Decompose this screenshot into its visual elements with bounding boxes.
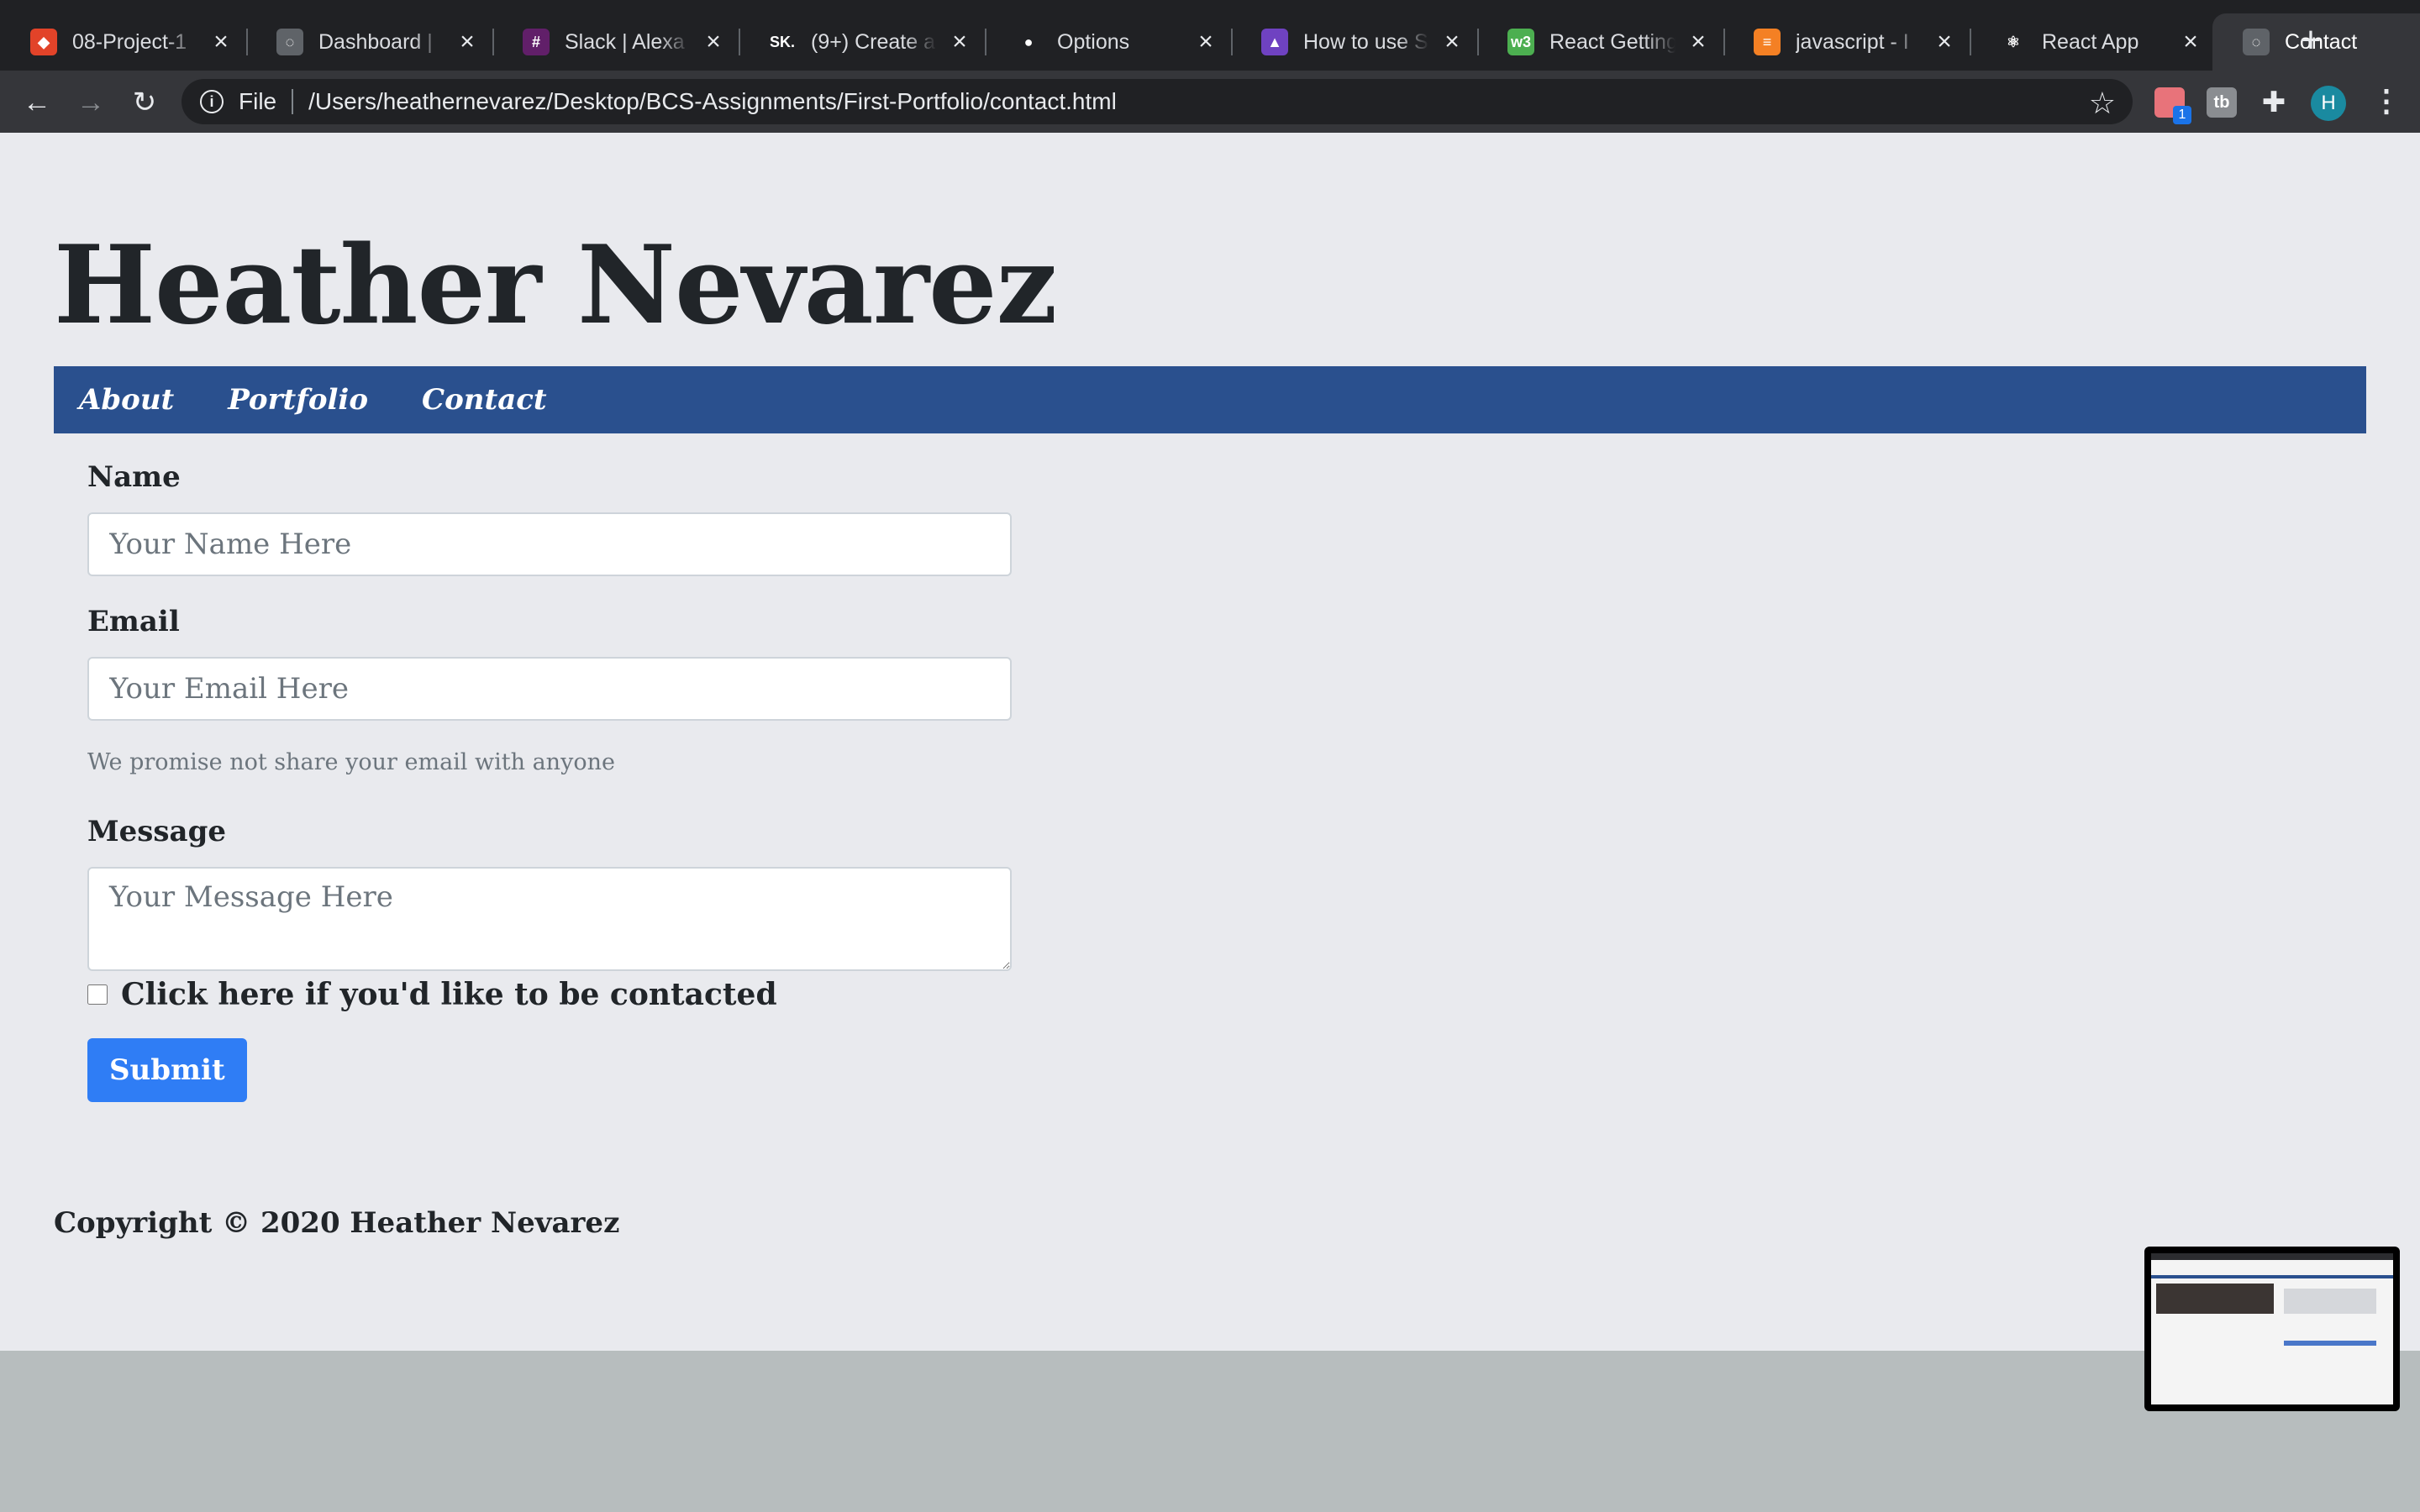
tab-title: Options — [1057, 29, 1130, 54]
preview-buttons — [2284, 1341, 2376, 1346]
footer-copyright: Copyright © 2020 Heather Nevarez — [54, 1206, 620, 1240]
tab-title: 08-Project-1 — [72, 29, 187, 54]
sk-icon: SK. — [769, 29, 796, 55]
email-label: Email — [87, 605, 180, 638]
back-icon[interactable]: ← — [20, 86, 54, 119]
submit-button[interactable]: Submit — [87, 1038, 247, 1102]
picture-in-picture-preview[interactable] — [2144, 1247, 2400, 1411]
globe-icon: ◌ — [276, 29, 303, 55]
url-scheme: File — [239, 88, 277, 114]
tab-title: (9+) Create a — [811, 29, 935, 54]
slack-icon: # — [523, 29, 550, 55]
profile-avatar[interactable]: H — [2311, 86, 2346, 121]
extension-badge-count: 1 — [2173, 106, 2191, 124]
url-text[interactable]: /Users/heathernevarez/Desktop/BCS-Assign… — [308, 88, 1117, 115]
contact-consent-label[interactable]: Click here if you'd like to be contacted — [121, 977, 777, 1012]
contact-consent-row: Click here if you'd like to be contacted — [87, 973, 777, 1016]
nav-link-portfolio[interactable]: Portfolio — [228, 383, 368, 417]
rocket-icon: ▲ — [1261, 29, 1288, 55]
preview-navbar — [2151, 1275, 2393, 1278]
nav-link-about[interactable]: About — [79, 383, 174, 417]
browser-tab[interactable]: ≡ javascript - I × — [1723, 13, 1971, 71]
github-icon: ● — [1015, 29, 1042, 55]
tab-title: javascript - I — [1796, 29, 1909, 54]
new-tab-button[interactable]: + — [2292, 22, 2329, 60]
puzzle-extensions-icon[interactable]: ✚ — [2259, 87, 2289, 118]
tab-title: Slack | Alexa — [565, 29, 685, 54]
message-textarea[interactable] — [87, 867, 1012, 971]
tab-title: How to use S — [1303, 29, 1428, 54]
tab-title: Dashboard | — [318, 29, 433, 54]
close-tab-icon[interactable]: × — [454, 29, 481, 55]
tab-strip: ◆ 08-Project-1 × ◌ Dashboard | × # Slack | Ale… — [0, 0, 2420, 71]
react-icon: ⚛ — [2000, 29, 2027, 55]
close-tab-icon[interactable]: × — [1931, 29, 1958, 55]
url-divider — [292, 89, 294, 114]
browser-tab[interactable]: ⚛ React App × — [1970, 13, 2217, 71]
tab-title: React Getting — [1549, 29, 1676, 54]
globe-icon: ◌ — [2243, 29, 2270, 55]
preview-screen — [2151, 1253, 2393, 1404]
info-icon[interactable]: i — [200, 90, 224, 113]
site-title: Heather Nevarez — [54, 223, 1057, 349]
close-tab-icon[interactable]: × — [208, 29, 234, 55]
browser-tab[interactable]: ▲ How to use S × — [1231, 13, 1479, 71]
browser-tab[interactable]: # Slack | Alexa × — [492, 13, 740, 71]
close-tab-icon[interactable]: × — [1685, 29, 1712, 55]
contact-consent-checkbox[interactable] — [87, 984, 108, 1005]
preview-panel — [2284, 1289, 2376, 1314]
message-label: Message — [87, 815, 226, 848]
name-label: Name — [87, 460, 181, 494]
close-tab-icon[interactable]: × — [700, 29, 727, 55]
email-help-text: We promise not share your email with any… — [87, 749, 615, 775]
nav-link-contact[interactable]: Contact — [422, 383, 547, 417]
browser-menu-icon[interactable]: ⋮ — [2371, 84, 2402, 121]
name-input[interactable] — [87, 512, 1012, 576]
browser-tab[interactable]: ◌ Dashboard | × — [246, 13, 494, 71]
browser-tab[interactable]: ◆ 08-Project-1 × — [0, 13, 248, 71]
close-tab-icon[interactable]: × — [2177, 29, 2204, 55]
w3-icon: w3 — [1507, 29, 1534, 55]
gitlab-icon: ◆ — [30, 29, 57, 55]
close-tab-icon[interactable]: × — [1439, 29, 1465, 55]
tb-extension-icon[interactable]: tb — [2207, 87, 2237, 118]
reload-icon[interactable]: ↻ — [128, 86, 161, 119]
preview-chrome — [2151, 1253, 2393, 1260]
email-input[interactable] — [87, 657, 1012, 721]
bookmark-star-icon[interactable]: ☆ — [2089, 86, 2116, 121]
browser-tab[interactable]: SK. (9+) Create a × — [739, 13, 986, 71]
forward-icon[interactable]: → — [74, 86, 108, 119]
browser-tab[interactable]: w3 React Getting × — [1477, 13, 1725, 71]
close-tab-icon[interactable]: × — [1192, 29, 1219, 55]
preview-image — [2156, 1284, 2274, 1314]
tab-title: React App — [2042, 29, 2139, 54]
stackoverflow-icon: ≡ — [1754, 29, 1781, 55]
site-navbar: About Portfolio Contact — [54, 366, 2366, 433]
page-content: Heather Nevarez About Portfolio Contact … — [0, 133, 2420, 1351]
address-bar[interactable]: i File /Users/heathernevarez/Desktop/BCS… — [182, 79, 2133, 124]
extension-badge-icon[interactable]: 1 — [2154, 87, 2191, 124]
browser-toolbar: ← → ↻ i File /Users/heathernevarez/Deskt… — [0, 71, 2420, 133]
close-tab-icon[interactable]: × — [946, 29, 973, 55]
browser-tab[interactable]: ● Options × — [985, 13, 1233, 71]
